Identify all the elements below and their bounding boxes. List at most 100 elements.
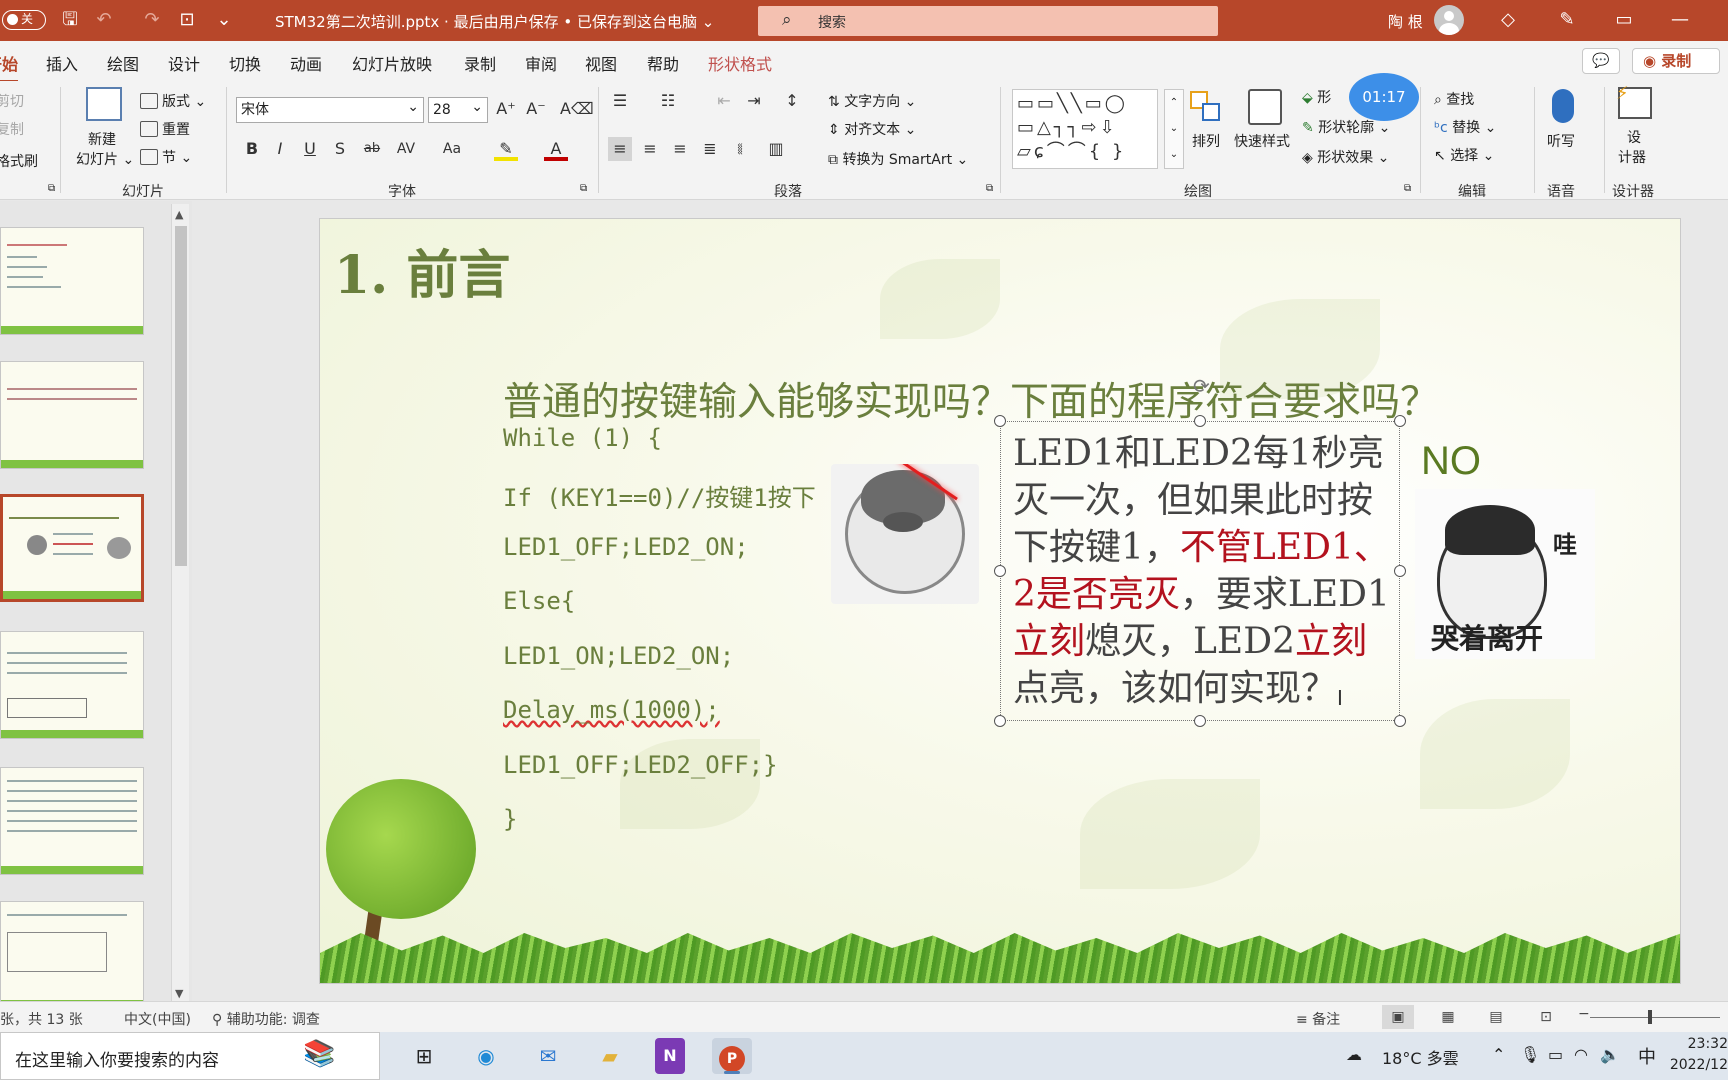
zoom-slider-thumb[interactable] (1648, 1010, 1652, 1024)
tab-draw[interactable]: 绘图 (107, 51, 139, 75)
code-line[interactable]: Delay_ms(1000); (503, 696, 720, 724)
code-line[interactable]: If (KEY1==0)//按键1按下 (503, 478, 816, 513)
code-line[interactable]: While (1) { (503, 424, 662, 452)
clear-format-icon[interactable]: A⌫ (560, 97, 594, 121)
strikethrough-button[interactable]: ab (360, 137, 384, 161)
reading-view-icon[interactable]: ▤ (1480, 1005, 1512, 1029)
shape-effects-button[interactable]: ◈ 形状效果 ⌄ (1302, 147, 1389, 167)
edge-icon[interactable]: ◉ (466, 1038, 506, 1074)
section-button[interactable]: 节 ⌄ (140, 147, 192, 167)
designer-button[interactable]: 设 (1627, 127, 1641, 147)
taskbar-search[interactable]: 在这里输入你要搜索的内容 📚 (0, 1032, 380, 1080)
replace-button[interactable]: ᵇc 替换 ⌄ (1434, 117, 1496, 137)
accessibility-status[interactable]: ⚲ 辅助功能: 调查 (212, 1009, 320, 1029)
arrange-button[interactable]: 排列 (1192, 131, 1220, 151)
resize-handle[interactable] (1394, 415, 1406, 427)
dictate-button[interactable]: 听写 (1547, 131, 1575, 151)
meme-image-crying[interactable]: 哇 哭着离开 (1415, 489, 1595, 659)
search-box[interactable]: ⌕ 搜索 (758, 6, 1218, 36)
code-line[interactable]: LED1_ON;LED2_ON; (503, 642, 734, 670)
font-size-select[interactable]: 28 (428, 95, 488, 123)
tab-insert[interactable]: 插入 (46, 51, 78, 75)
slide-question[interactable]: 普通的按键输入能够实现吗？下面的程序符合要求吗？ (503, 371, 1439, 427)
tray-expand-icon[interactable]: ⌃ (1492, 1045, 1505, 1064)
tab-help[interactable]: 帮助 (647, 51, 679, 75)
drawing-launcher-icon[interactable]: ⧉ (1404, 183, 1411, 194)
distributed-icon[interactable]: ⧛ (728, 137, 752, 161)
record-button[interactable]: ◉ 录制 (1632, 48, 1720, 74)
scrollbar-thumb[interactable] (175, 226, 187, 566)
font-color-icon[interactable]: A (544, 137, 568, 161)
line-spacing-icon[interactable]: ↕ (780, 89, 804, 113)
no-label[interactable]: NO (1421, 439, 1481, 484)
powerpoint-icon[interactable]: P (712, 1038, 752, 1074)
diamond-icon[interactable]: ◇ (1496, 8, 1520, 32)
restore-icon[interactable]: ▭ (1612, 8, 1636, 32)
designer-button-label[interactable]: 计器 (1618, 147, 1646, 167)
reset-button[interactable]: 重置 (140, 119, 190, 139)
new-slide-icon[interactable] (86, 87, 122, 121)
volume-icon[interactable]: 🔈 (1600, 1045, 1620, 1064)
wifi-icon[interactable]: ◠ (1574, 1045, 1588, 1064)
resize-handle[interactable] (1394, 715, 1406, 727)
copy-button[interactable]: 复制 (0, 119, 24, 139)
quick-styles-button[interactable]: 快速样式 (1234, 131, 1290, 151)
shrink-font-icon[interactable]: A⁻ (524, 97, 548, 121)
new-slide-button[interactable]: 新建 (88, 129, 116, 149)
columns-icon[interactable]: ▥ (764, 137, 788, 161)
tab-design[interactable]: 设计 (168, 51, 200, 75)
cut-button[interactable]: 剪切 (0, 91, 24, 111)
tab-review[interactable]: 审阅 (525, 51, 557, 75)
system-clock[interactable]: 23:32 2022/12 (1668, 1034, 1728, 1076)
language-status[interactable]: 中文(中国) (124, 1009, 191, 1029)
resize-handle[interactable] (1194, 715, 1206, 727)
scroll-down-icon[interactable]: ▼ (175, 987, 183, 1000)
slide-canvas[interactable]: 1. 前言 普通的按键输入能够实现吗？下面的程序符合要求吗？ While (1)… (319, 218, 1681, 984)
align-center-icon[interactable]: ≡ (638, 137, 662, 161)
arrange-icon[interactable] (1190, 91, 1224, 125)
resize-handle[interactable] (994, 565, 1006, 577)
textbox-content[interactable]: LED1和LED2每1秒亮灭一次，但如果此时按下按键1，不管LED1、2是否亮灭… (1013, 430, 1397, 712)
ime-indicator[interactable]: 中 (1638, 1043, 1656, 1069)
undo-icon[interactable]: ↶ (92, 8, 116, 32)
microphone-tray-icon[interactable]: 🎙 (1520, 1045, 1540, 1064)
slide-thumbnail[interactable] (0, 227, 144, 335)
layout-button[interactable]: 版式 ⌄ (140, 91, 206, 111)
present-icon[interactable]: ⊡ (175, 8, 199, 32)
designer-icon[interactable]: ⚡ (1616, 83, 1652, 119)
tab-transitions[interactable]: 切换 (229, 51, 261, 75)
weather-status[interactable]: 18°C 多雲 (1382, 1045, 1459, 1069)
highlight-icon[interactable]: ✎ (494, 137, 518, 161)
microphone-icon[interactable] (1552, 89, 1574, 123)
code-line[interactable]: } (503, 805, 517, 833)
timer-badge[interactable]: 01:17 (1349, 73, 1419, 121)
shape-fill-button[interactable]: ⬙ 形 (1302, 87, 1331, 107)
tab-slideshow[interactable]: 幻灯片放映 (352, 51, 432, 75)
task-view-icon[interactable]: ⊞ (404, 1038, 444, 1074)
change-case-button[interactable]: Aa (440, 137, 464, 161)
resize-handle[interactable] (1194, 415, 1206, 427)
redo-icon[interactable]: ↷ (140, 8, 164, 32)
select-button[interactable]: ↖ 选择 ⌄ (1434, 145, 1494, 165)
comment-icon[interactable]: 💬 (1582, 48, 1620, 74)
battery-icon[interactable]: ▭ (1548, 1045, 1563, 1064)
decrease-indent-icon[interactable]: ⇤ (712, 89, 736, 113)
save-icon[interactable]: 🖫 (58, 8, 82, 32)
justify-icon[interactable]: ≣ (698, 137, 722, 161)
slide-sorter-icon[interactable]: ▦ (1432, 1005, 1464, 1029)
smartart-button[interactable]: ⧉ 转换为 SmartArt ⌄ (828, 149, 968, 169)
bold-button[interactable]: B (240, 137, 264, 161)
numbering-icon[interactable]: ☷ (656, 89, 680, 113)
paragraph-launcher-icon[interactable]: ⧉ (986, 183, 993, 194)
slide-thumbnail[interactable] (0, 901, 144, 1009)
slide-thumbnail[interactable] (0, 767, 144, 875)
text-direction-button[interactable]: ⇅ 文字方向 ⌄ (828, 91, 916, 111)
scroll-up-icon[interactable]: ▲ (175, 208, 183, 221)
slide-thumbnail[interactable] (0, 631, 144, 739)
code-line[interactable]: LED1_OFF;LED2_OFF;} (503, 751, 778, 779)
tab-home[interactable]: 开始 (0, 51, 19, 83)
bullets-icon[interactable]: ☰ (608, 89, 632, 113)
zoom-slider[interactable] (1590, 1017, 1720, 1018)
font-launcher-icon[interactable]: ⧉ (580, 183, 587, 194)
align-right-icon[interactable]: ≡ (668, 137, 692, 161)
